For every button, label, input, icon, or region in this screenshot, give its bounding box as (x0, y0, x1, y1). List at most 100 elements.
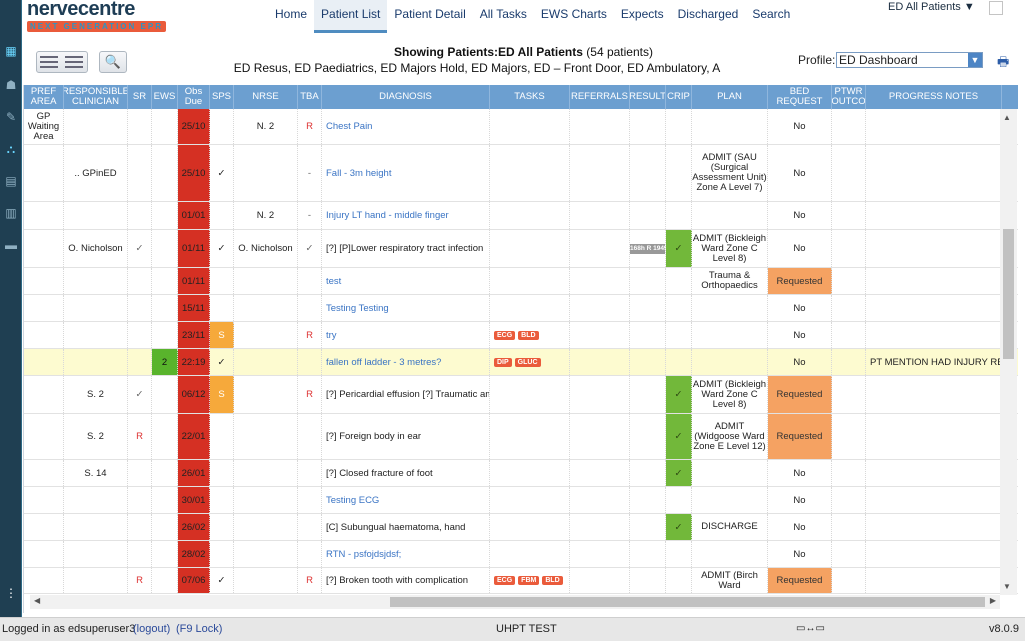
column-header-plan[interactable]: PLAN (692, 85, 768, 109)
cell-notes[interactable] (866, 568, 1002, 593)
cell-crip[interactable] (666, 349, 692, 375)
cell-diag[interactable]: [?] Broken tooth with complication (322, 568, 490, 593)
cell-res[interactable] (630, 414, 666, 459)
cell-bed[interactable]: No (768, 109, 832, 144)
cell-clin[interactable]: S. 14 (64, 460, 128, 486)
cell-nrse[interactable] (234, 514, 298, 540)
cell-ews[interactable] (152, 414, 178, 459)
cell-plan[interactable]: Trauma & Orthopaedics (692, 268, 768, 294)
cell-crip[interactable] (666, 145, 692, 201)
nav-search[interactable]: Search (745, 0, 797, 33)
bed-icon[interactable]: ▬ (3, 238, 19, 252)
cell-ref[interactable] (570, 322, 630, 348)
cell-ref[interactable] (570, 145, 630, 201)
cell-crip[interactable] (666, 487, 692, 513)
cell-res[interactable] (630, 295, 666, 321)
cell-ref[interactable] (570, 568, 630, 593)
cell-obs[interactable]: 06/12 (178, 376, 210, 413)
cell-ref[interactable] (570, 268, 630, 294)
cell-sr[interactable]: ✓ (128, 376, 152, 413)
cell-tasks[interactable] (490, 145, 570, 201)
cell-tasks[interactable]: ECG BLD (490, 322, 570, 348)
cell-res[interactable] (630, 514, 666, 540)
cell-notes[interactable] (866, 487, 1002, 513)
cell-sr[interactable] (128, 202, 152, 229)
cell-tasks[interactable] (490, 295, 570, 321)
cell-ptwr[interactable] (832, 414, 866, 459)
cell-obs[interactable]: 26/02 (178, 514, 210, 540)
cell-tasks[interactable] (490, 202, 570, 229)
cell-obs[interactable]: 01/11 (178, 230, 210, 267)
cell-ptwr[interactable] (832, 145, 866, 201)
cell-res[interactable] (630, 109, 666, 144)
cell-ews[interactable] (152, 109, 178, 144)
cell-sr[interactable] (128, 460, 152, 486)
cell-tba[interactable] (298, 268, 322, 294)
cell-diag[interactable]: test (322, 268, 490, 294)
cell-nrse[interactable] (234, 487, 298, 513)
cell-plan[interactable]: ADMIT (Bickleigh Ward Zone C Level 8) (692, 376, 768, 413)
cell-sr[interactable]: R (128, 568, 152, 593)
column-header-nrse[interactable]: NRSE (234, 85, 298, 109)
task-badge[interactable]: FBM (518, 576, 540, 585)
nav-patient-detail[interactable]: Patient Detail (387, 0, 472, 33)
cell-bed[interactable]: Requested (768, 268, 832, 294)
cell-res[interactable]: R 168h R 1949h (630, 230, 666, 267)
cell-crip[interactable]: ✓ (666, 514, 692, 540)
horizontal-scrollbar[interactable]: ◀ ▶ (30, 595, 1000, 609)
cell-obs[interactable]: 28/02 (178, 541, 210, 567)
cell-ews[interactable] (152, 568, 178, 593)
cell-ptwr[interactable] (832, 541, 866, 567)
cell-ptwr[interactable] (832, 460, 866, 486)
cell-sr[interactable] (128, 487, 152, 513)
cell-notes[interactable]: PT MENTION HAD INJURY REF (866, 349, 1002, 375)
cell-ptwr[interactable] (832, 268, 866, 294)
cell-notes[interactable] (866, 414, 1002, 459)
cell-plan[interactable]: ADMIT (Widgoose Ward Zone E Level 12) (692, 414, 768, 459)
cell-ref[interactable] (570, 414, 630, 459)
table-row[interactable]: 28/02 RTN - psfojdsjdsf; No (24, 541, 1018, 568)
cell-sps[interactable]: S (210, 322, 234, 348)
cell-ref[interactable] (570, 230, 630, 267)
column-header-ptwr[interactable]: PTWR OUTCO (832, 85, 866, 109)
cell-notes[interactable] (866, 541, 1002, 567)
cell-sr[interactable]: ✓ (128, 230, 152, 267)
cell-plan[interactable]: ADMIT (Birch Ward (692, 568, 768, 593)
cell-notes[interactable] (866, 460, 1002, 486)
cell-ref[interactable] (570, 460, 630, 486)
task-badge[interactable]: BLD (518, 330, 539, 340)
cell-notes[interactable] (866, 514, 1002, 540)
cell-clin[interactable] (64, 322, 128, 348)
cell-tasks[interactable] (490, 414, 570, 459)
column-header-sr[interactable]: SR (128, 85, 152, 109)
cell-nrse[interactable] (234, 541, 298, 567)
cell-sr[interactable] (128, 295, 152, 321)
cell-tba[interactable] (298, 414, 322, 459)
cell-clin[interactable]: S. 2 (64, 414, 128, 459)
cell-bed[interactable]: No (768, 202, 832, 229)
cell-nrse[interactable] (234, 349, 298, 375)
cell-bed[interactable]: Requested (768, 568, 832, 593)
vertical-scrollbar[interactable]: ▲ ▼ (1000, 109, 1017, 595)
column-header-tba[interactable]: TBA (298, 85, 322, 109)
cell-notes[interactable] (866, 268, 1002, 294)
cell-sps[interactable]: S (210, 376, 234, 413)
cell-tba[interactable] (298, 514, 322, 540)
cell-ews[interactable] (152, 322, 178, 348)
scroll-down-icon[interactable]: ▼ (1003, 582, 1011, 591)
cell-diag[interactable]: try (322, 322, 490, 348)
cell-plan[interactable] (692, 487, 768, 513)
cell-diag[interactable]: [?] Closed fracture of foot (322, 460, 490, 486)
cell-notes[interactable] (866, 202, 1002, 229)
cell-sps[interactable] (210, 295, 234, 321)
cell-nrse[interactable] (234, 268, 298, 294)
column-header-clin[interactable]: RESPONSIBLE CLINICIAN (64, 85, 128, 109)
cell-crip[interactable]: ✓ (666, 414, 692, 459)
horizontal-scroll-thumb[interactable] (390, 597, 985, 607)
cell-notes[interactable] (866, 376, 1002, 413)
column-header-crip[interactable]: CRIP (666, 85, 692, 109)
cell-obs[interactable]: 23/11 (178, 322, 210, 348)
scroll-right-icon[interactable]: ▶ (990, 596, 996, 605)
cell-obs[interactable]: 30/01 (178, 487, 210, 513)
cell-crip[interactable]: ✓ (666, 460, 692, 486)
